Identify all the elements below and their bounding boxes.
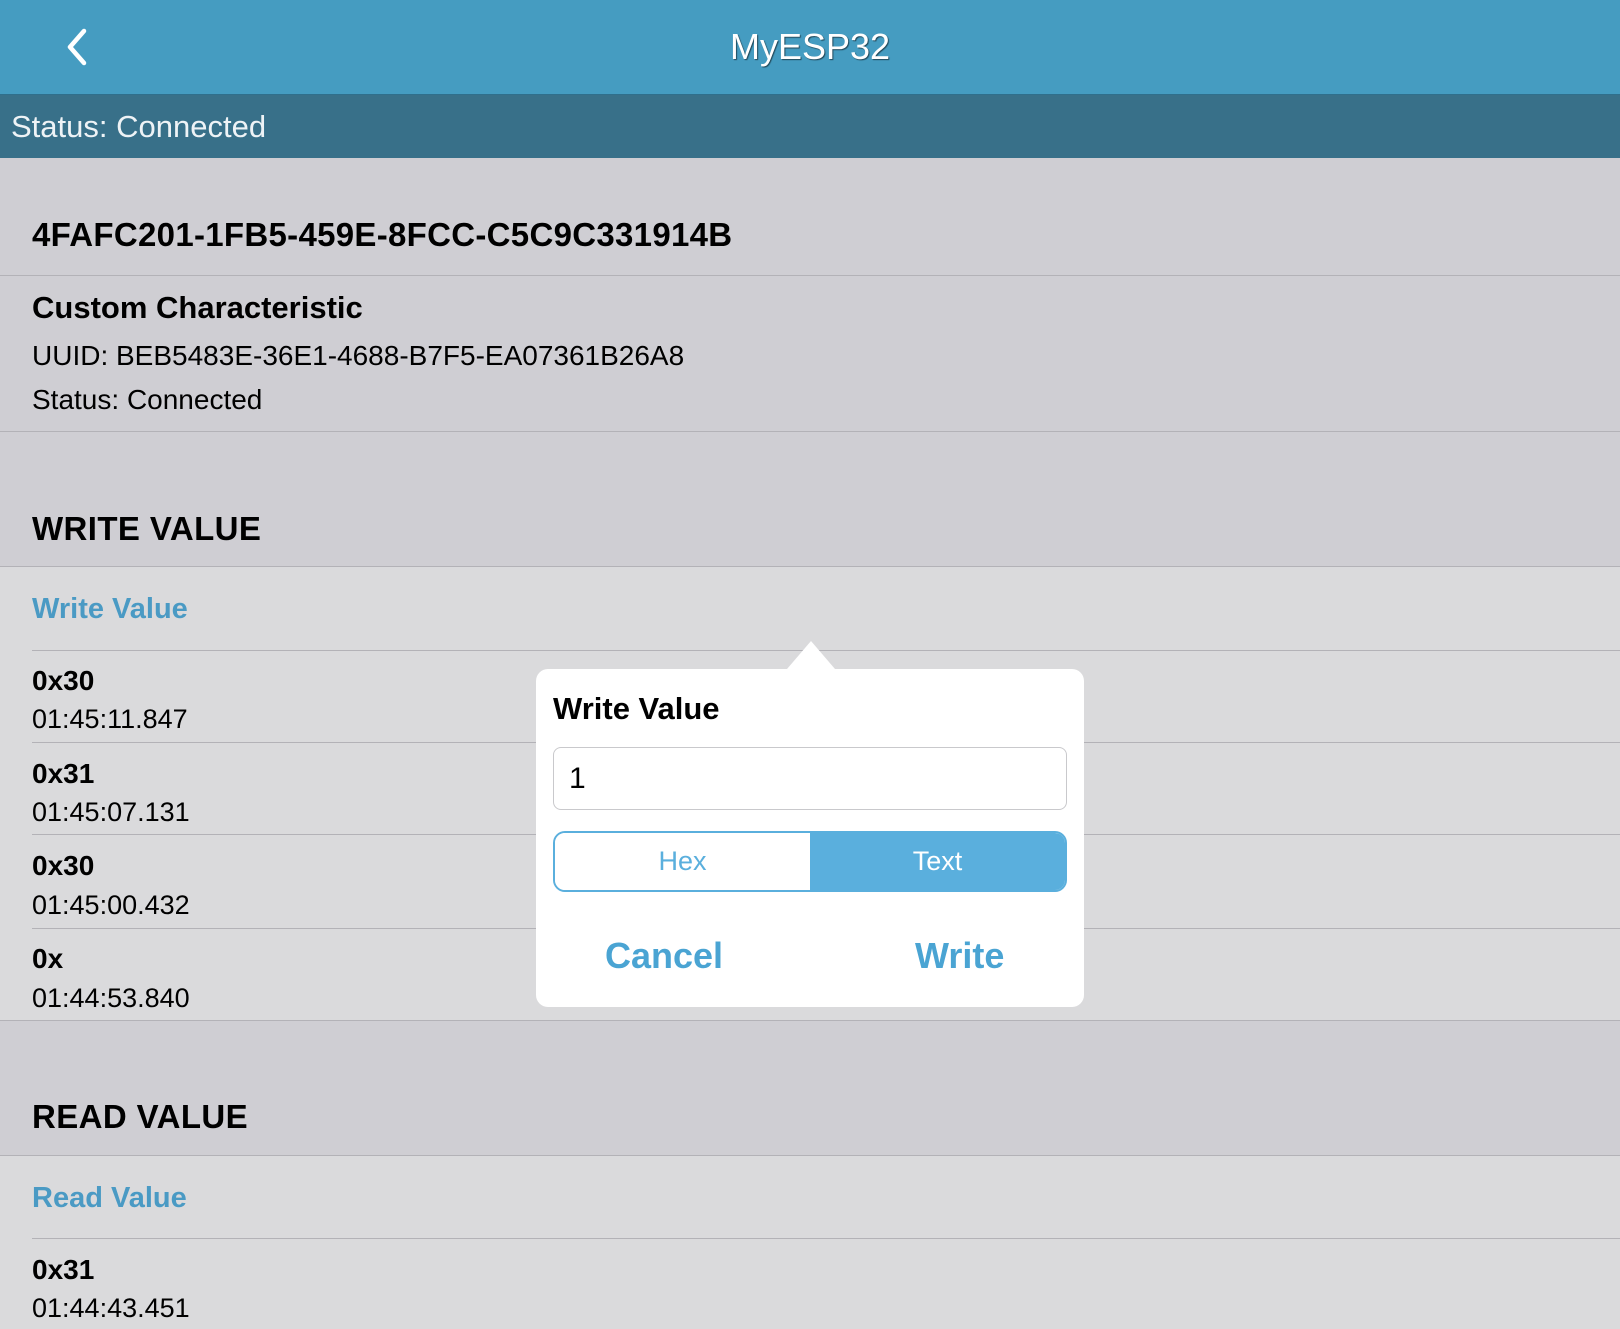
format-hex-option[interactable]: Hex bbox=[555, 833, 810, 890]
write-button[interactable]: Write bbox=[915, 935, 1004, 977]
write-log-value: 0x30 bbox=[32, 665, 95, 696]
popover-arrow bbox=[787, 641, 835, 669]
connection-status-text: Status: Connected bbox=[11, 109, 267, 144]
divider bbox=[0, 431, 1620, 432]
write-log-value: 0x31 bbox=[32, 758, 95, 789]
write-value-link[interactable]: Write Value bbox=[32, 593, 188, 626]
service-uuid: 4FAFC201-1FB5-459E-8FCC-C5C9C331914B bbox=[32, 216, 733, 253]
divider bbox=[32, 1238, 1620, 1239]
read-value-link[interactable]: Read Value bbox=[32, 1182, 187, 1215]
read-section-title: READ VALUE bbox=[32, 1098, 249, 1135]
format-text-option[interactable]: Text bbox=[810, 833, 1065, 890]
read-log-value: 0x31 bbox=[32, 1254, 95, 1285]
navigation-bar: MyESP32 bbox=[0, 0, 1620, 95]
format-segmented-control: Hex Text bbox=[553, 831, 1067, 892]
write-section-title: WRITE VALUE bbox=[32, 510, 262, 547]
characteristic-name: Custom Characteristic bbox=[32, 290, 363, 325]
page-title: MyESP32 bbox=[729, 26, 891, 67]
characteristic-uuid: UUID: BEB5483E-36E1-4688-B7F5-EA07361B26… bbox=[32, 340, 685, 371]
read-log-time: 01:44:43.451 bbox=[32, 1293, 190, 1323]
divider bbox=[0, 275, 1620, 276]
write-log-time: 01:45:07.131 bbox=[32, 797, 190, 827]
write-log-value: 0x bbox=[32, 943, 64, 974]
write-log-time: 01:45:00.432 bbox=[32, 890, 190, 920]
read-section bbox=[0, 1156, 1620, 1329]
write-log-time: 01:44:53.840 bbox=[32, 983, 190, 1013]
write-value-dialog: Write Value Hex Text Cancel Write bbox=[536, 669, 1084, 1007]
write-log-value: 0x30 bbox=[32, 850, 95, 881]
cancel-button[interactable]: Cancel bbox=[605, 935, 723, 977]
value-input[interactable] bbox=[553, 747, 1067, 810]
divider bbox=[0, 1020, 1620, 1021]
write-log-time: 01:45:11.847 bbox=[32, 704, 188, 734]
characteristic-status: Status: Connected bbox=[32, 384, 263, 415]
connection-status-bar: Status: Connected bbox=[0, 95, 1620, 158]
dialog-title: Write Value bbox=[553, 691, 720, 726]
